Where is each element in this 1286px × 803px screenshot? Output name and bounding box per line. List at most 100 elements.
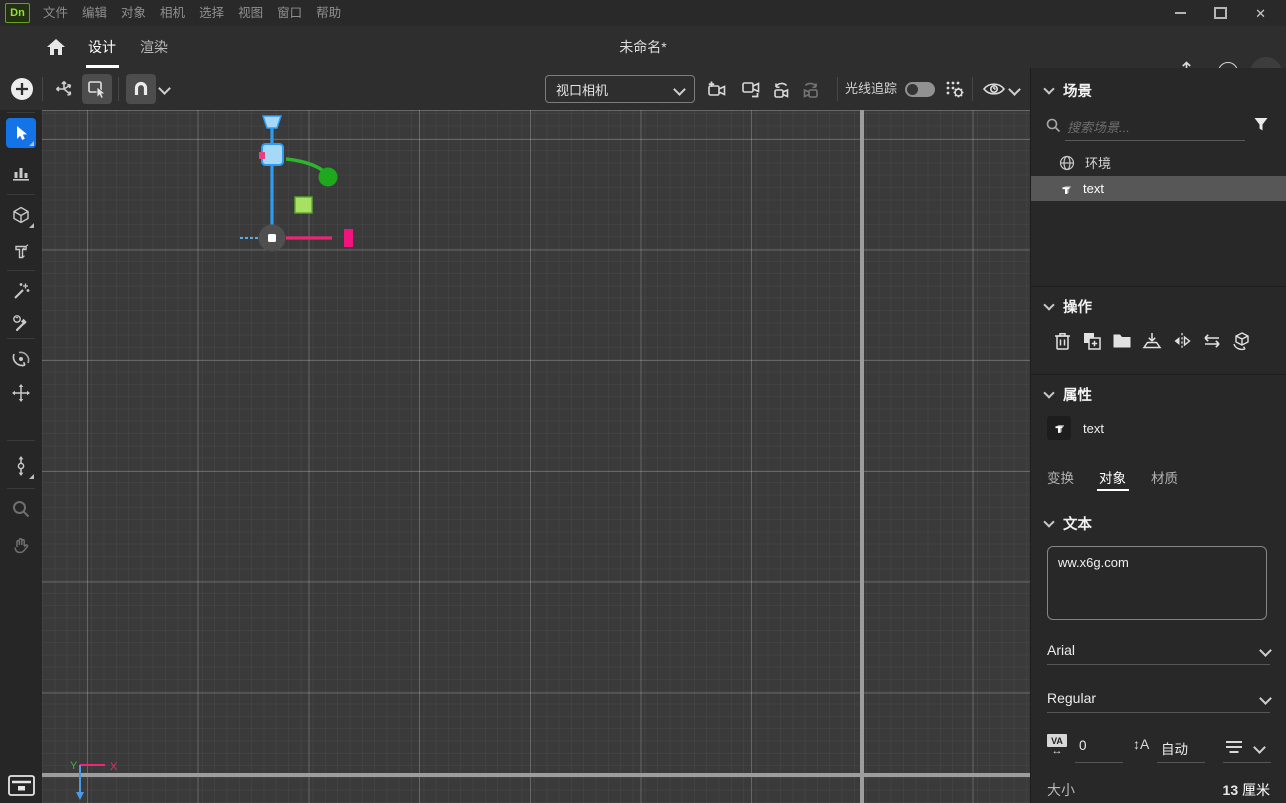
text-section-header[interactable]: 文本 bbox=[1045, 513, 1092, 534]
gizmo-cube-handle[interactable] bbox=[262, 144, 283, 165]
menu-window[interactable]: 窗口 bbox=[270, 0, 309, 26]
bar-chart-tool[interactable] bbox=[6, 158, 36, 188]
field-underline bbox=[1075, 762, 1123, 763]
select-and-move-button[interactable] bbox=[82, 74, 112, 104]
line-height-value[interactable]: 自动 bbox=[1161, 738, 1188, 758]
menu-view[interactable]: 视图 bbox=[231, 0, 270, 26]
field-underline bbox=[1223, 762, 1271, 763]
save-camera-bookmark-icon[interactable] bbox=[705, 78, 727, 100]
tab-material[interactable]: 材质 bbox=[1151, 467, 1178, 487]
gizmo-x-handle[interactable] bbox=[344, 229, 353, 247]
document-title: 未命名* bbox=[0, 26, 1286, 68]
toolbar: 视口相机 光线追踪 bbox=[0, 68, 1030, 110]
viewport-canvas[interactable]: Y X bbox=[42, 110, 1030, 803]
scene-search-input[interactable] bbox=[1065, 114, 1245, 141]
line-height-icon: ↕A bbox=[1133, 736, 1149, 752]
gizmo-rotate-ball-handle[interactable] bbox=[319, 168, 338, 187]
axis-y-label: Y bbox=[70, 760, 78, 772]
font-family-dropdown[interactable]: Arial bbox=[1047, 638, 1270, 662]
primitive-shapes-tool[interactable] bbox=[6, 200, 36, 230]
snap-magnet-button[interactable] bbox=[126, 74, 156, 104]
dolly-tool[interactable] bbox=[6, 451, 36, 481]
minimize-icon[interactable] bbox=[1175, 12, 1186, 14]
align-icon[interactable] bbox=[1225, 740, 1243, 754]
sidebar-separator bbox=[7, 338, 35, 339]
view-options-chevron-icon[interactable] bbox=[1010, 85, 1019, 94]
home-icon[interactable] bbox=[46, 38, 66, 56]
align-chevron-icon[interactable] bbox=[1253, 741, 1266, 754]
view-options-eye-icon[interactable] bbox=[982, 79, 1006, 99]
text-3d-icon bbox=[1052, 421, 1066, 435]
toolbar-separator bbox=[42, 77, 43, 101]
group-folder-icon[interactable] bbox=[1111, 330, 1133, 352]
grid-axis-horizontal bbox=[42, 773, 1030, 777]
viewport-camera-dropdown[interactable]: 视口相机 bbox=[545, 75, 695, 103]
text-3d-icon bbox=[1059, 182, 1073, 196]
scene-item-environment[interactable]: 环境 bbox=[1031, 150, 1286, 175]
gizmo-cube-pink-mark bbox=[259, 152, 265, 159]
mirror-flip-icon[interactable] bbox=[1171, 330, 1193, 352]
collapse-chevron-icon bbox=[1043, 83, 1054, 94]
gizmo-plane-handle[interactable] bbox=[295, 197, 312, 213]
tab-design[interactable]: 设计 bbox=[88, 26, 116, 68]
rotate-3d-icon[interactable] bbox=[1231, 330, 1253, 352]
zoom-tool[interactable] bbox=[6, 494, 36, 524]
scene-item-text[interactable]: text bbox=[1031, 176, 1286, 201]
menu-object[interactable]: 对象 bbox=[114, 0, 153, 26]
redo-camera-move-icon[interactable] bbox=[800, 78, 822, 100]
menu-edit[interactable]: 编辑 bbox=[75, 0, 114, 26]
duplicate-icon[interactable] bbox=[1081, 330, 1103, 352]
size-unit: 厘米 bbox=[1242, 782, 1270, 798]
axis-z-arrow bbox=[76, 792, 84, 800]
orbit-tool[interactable] bbox=[6, 344, 36, 374]
tab-object[interactable]: 对象 bbox=[1099, 467, 1126, 487]
menu-file[interactable]: 文件 bbox=[36, 0, 75, 26]
collapse-chevron-icon bbox=[1043, 387, 1054, 398]
switch-camera-icon[interactable] bbox=[740, 78, 762, 100]
transform-gizmo[interactable] bbox=[230, 110, 410, 275]
field-underline bbox=[1047, 664, 1270, 665]
tab-render[interactable]: 渲染 bbox=[140, 26, 168, 68]
tools-sidebar bbox=[0, 110, 42, 803]
app-logo: Dn bbox=[5, 3, 30, 23]
tracking-icon: VA ↔ bbox=[1047, 734, 1067, 755]
undo-camera-move-icon[interactable] bbox=[770, 78, 792, 100]
pan-tool[interactable] bbox=[6, 378, 36, 408]
tracking-value[interactable]: 0 bbox=[1079, 738, 1087, 753]
delete-icon[interactable] bbox=[1051, 330, 1073, 352]
maximize-icon[interactable] bbox=[1214, 7, 1227, 19]
raytrace-toggle[interactable] bbox=[905, 82, 935, 97]
font-family-value: Arial bbox=[1047, 642, 1075, 658]
size-value[interactable]: 13 厘米 bbox=[1223, 780, 1270, 800]
toolbar-separator bbox=[837, 77, 838, 101]
add-content-button[interactable] bbox=[10, 77, 34, 101]
select-tool[interactable] bbox=[6, 118, 36, 148]
scene-section-header[interactable]: 场景 bbox=[1045, 80, 1092, 101]
swap-icon[interactable] bbox=[1201, 330, 1223, 352]
tab-transform[interactable]: 变换 bbox=[1047, 467, 1074, 487]
hand-tool[interactable] bbox=[6, 530, 36, 560]
eyedropper-tool[interactable] bbox=[6, 308, 36, 338]
text-section-title: 文本 bbox=[1063, 513, 1092, 534]
font-style-dropdown[interactable]: Regular bbox=[1047, 686, 1270, 710]
properties-section-header[interactable]: 属性 bbox=[1045, 384, 1092, 405]
menu-camera[interactable]: 相机 bbox=[153, 0, 192, 26]
gizmo-y-cone-handle[interactable] bbox=[263, 116, 281, 128]
filter-icon[interactable] bbox=[1253, 116, 1269, 132]
menu-select[interactable]: 选择 bbox=[192, 0, 231, 26]
move-tool-icon[interactable] bbox=[53, 78, 75, 100]
actions-section-header[interactable]: 操作 bbox=[1045, 296, 1092, 317]
grid-axis-vertical bbox=[860, 110, 864, 803]
menu-help[interactable]: 帮助 bbox=[309, 0, 348, 26]
close-icon[interactable]: ✕ bbox=[1255, 7, 1266, 20]
drop-to-ground-icon[interactable] bbox=[1141, 330, 1163, 352]
actions-title: 操作 bbox=[1063, 296, 1092, 317]
render-settings-icon[interactable] bbox=[944, 78, 966, 100]
menubar: Dn 文件 编辑 对象 相机 选择 视图 窗口 帮助 ✕ bbox=[0, 0, 1286, 26]
magic-wand-tool[interactable] bbox=[6, 276, 36, 306]
scene-title: 场景 bbox=[1063, 80, 1092, 101]
ground-plane-icon[interactable] bbox=[6, 770, 36, 800]
text-3d-tool[interactable] bbox=[6, 236, 36, 266]
text-content-input[interactable]: ww.x6g.com bbox=[1047, 546, 1267, 620]
snap-options-chevron-icon[interactable] bbox=[160, 84, 169, 93]
